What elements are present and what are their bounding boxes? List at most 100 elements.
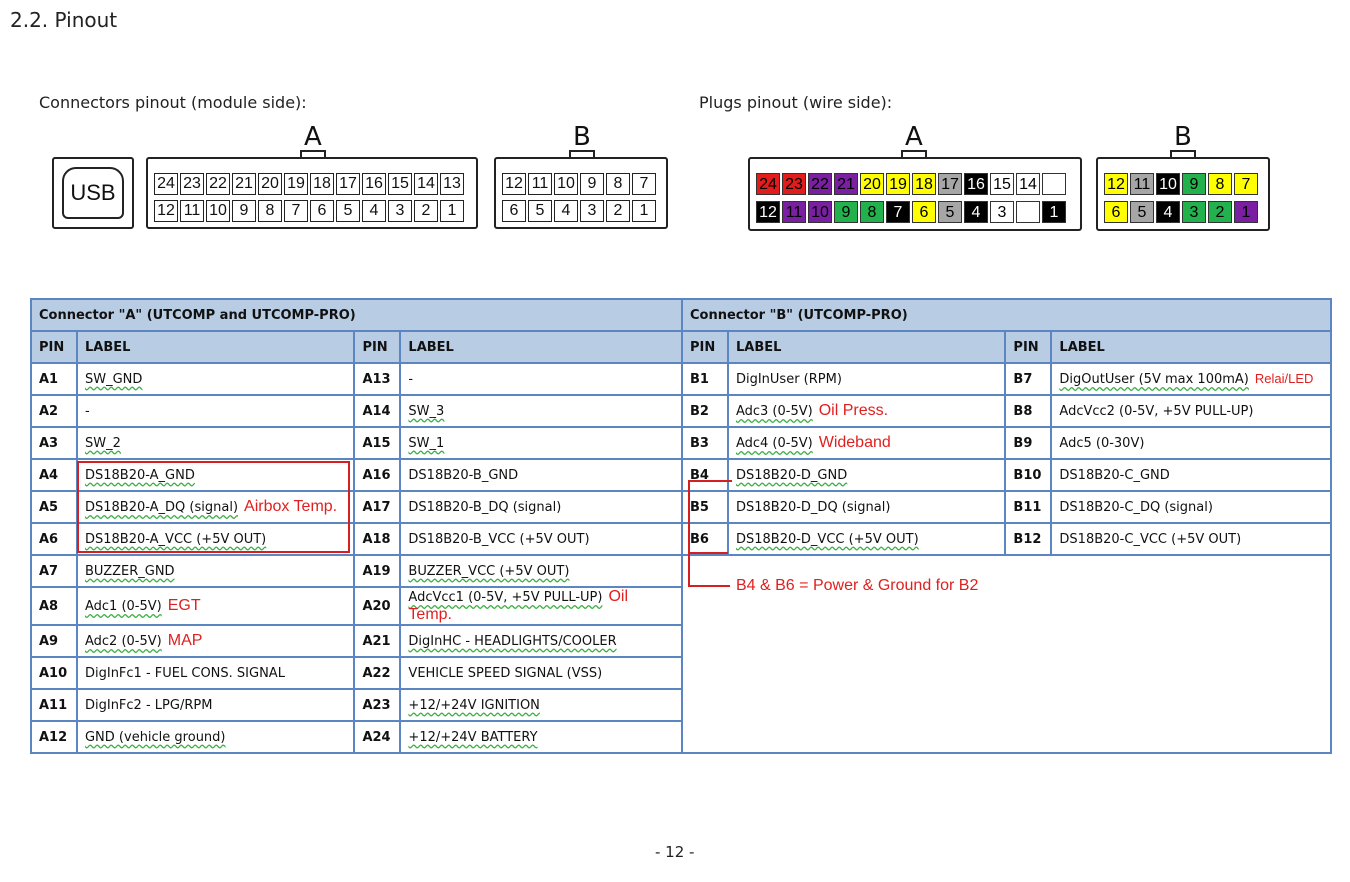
caption-wire-side: Plugs pinout (wire side):	[699, 93, 893, 112]
wire-pin-cell: 1	[1042, 201, 1066, 223]
wire-pin-cell: 3	[990, 201, 1014, 223]
wire-pin-cell: 6	[1104, 201, 1128, 223]
pin-label-cell: Adc1 (0-5V) EGT	[75, 586, 356, 626]
table-group-header-row: Connector "A" (UTCOMP and UTCOMP-PRO) Co…	[30, 298, 1332, 332]
pin-id: A14	[353, 394, 402, 428]
col-label-header: LABEL	[726, 330, 1007, 364]
plug-a-connector: 24 23 22 21 20 19 18 17 16 15 14 12 11 10 9 8 7 6 5 4 3 1	[748, 157, 1082, 231]
pin-id: A4	[30, 458, 78, 492]
pin-label: VEHICLE SPEED SIGNAL (VSS)	[408, 665, 603, 681]
pin-cell: 5	[528, 200, 552, 222]
wire-pin-cell: 7	[1234, 173, 1258, 195]
pin-cell: 5	[336, 200, 360, 222]
wire-pin-cell: 2	[1208, 201, 1232, 223]
pin-label: DigInFc2 - LPG/RPM	[84, 697, 213, 713]
pin-label-cell: BUZZER_GND	[75, 554, 356, 588]
airbox-temp-highlight	[77, 461, 350, 553]
header-connector-b: Connector "B" (UTCOMP-PRO)	[681, 298, 1332, 332]
wire-pin-cell: 18	[912, 173, 936, 195]
table-column-header-row: PIN LABEL PIN LABEL PIN LABEL PIN LABEL	[30, 330, 1332, 364]
pin-label-cell: AdcVcc2 (0-5V, +5V PULL-UP)	[1050, 394, 1332, 428]
pin-id: A16	[353, 458, 402, 492]
pin-label: DS18B20-D_DQ (signal)	[735, 499, 891, 515]
pin-label: DigInHC - HEADLIGHTS/COOLER	[408, 633, 617, 649]
wire-pin-cell: 10	[808, 201, 832, 223]
pin-label: GND (vehicle ground)	[84, 729, 226, 745]
module-b-top-row: 12 11 10 9 8 7	[502, 173, 656, 195]
pin-cell: 17	[336, 173, 360, 195]
b-power-ground-note: B4 & B6 = Power & Ground for B2	[736, 577, 979, 594]
pin-id: A5	[30, 490, 78, 524]
pin-label: SW_1	[408, 435, 445, 451]
pin-label: DS18B20-C_DQ (signal)	[1059, 499, 1213, 515]
wire-pin-cell: 10	[1156, 173, 1180, 195]
col-pin-header: PIN	[681, 330, 729, 364]
pin-cell: 13	[440, 173, 464, 195]
pin-cell: 10	[554, 173, 578, 195]
pin-id: A10	[30, 656, 78, 690]
pin-id: A15	[353, 426, 402, 460]
wire-pin-cell: 8	[860, 201, 884, 223]
pin-cell: 7	[632, 173, 656, 195]
pin-id: A3	[30, 426, 78, 460]
col-label-header: LABEL	[399, 330, 683, 364]
pin-cell: 7	[284, 200, 308, 222]
wire-pin-cell: 1	[1234, 201, 1258, 223]
usb-label: USB	[62, 167, 124, 219]
pin-label-cell: DigInHC - HEADLIGHTS/COOLER	[399, 624, 683, 658]
pin-label-cell: BUZZER_VCC (+5V OUT)	[399, 554, 683, 588]
annotation-note: Wideband	[818, 434, 891, 451]
pin-cell: 16	[362, 173, 386, 195]
table-body: A1 SW_GND A13- B1 DigInUser (RPM) B7 DigOutUse…	[30, 362, 1332, 754]
pin-id: A12	[30, 720, 78, 754]
pin-cell: 2	[606, 200, 630, 222]
wire-pin-cell: 23	[782, 173, 806, 195]
pin-label-cell: -	[399, 362, 683, 396]
pin-label: DS18B20-D_GND	[735, 467, 848, 483]
pin-id: B10	[1004, 458, 1053, 492]
pin-label: Adc4 (0-5V)	[735, 436, 813, 451]
bracket-top	[688, 480, 732, 482]
pin-id: B7	[1004, 362, 1053, 396]
pin-label-cell: SW_GND	[75, 362, 356, 396]
module-a-letter: A	[304, 122, 322, 152]
plug-b-connector: 12 11 10 9 8 7 654321	[1096, 157, 1270, 231]
pin-cell: 4	[362, 200, 386, 222]
pin-label: BUZZER_GND	[84, 563, 175, 579]
table-row: A1 SW_GND A13- B1 DigInUser (RPM) B7 DigOutUse…	[30, 362, 1332, 396]
pin-cell: 1	[632, 200, 656, 222]
pin-cell: 15	[388, 173, 412, 195]
pin-label-cell: DS18B20-C_VCC (+5V OUT)	[1050, 522, 1332, 556]
module-a-bottom-row: 12 11 10 9 8 7 6 5 4 3 2 1	[154, 200, 464, 222]
wire-pin-cell: 21	[834, 173, 858, 195]
pin-label-cell: -	[75, 394, 356, 428]
pin-label-cell: SW_1	[399, 426, 683, 460]
pin-label-cell: DS18B20-B_GND	[399, 458, 683, 492]
plug-a-bottom-row: 12 11 10 9 8 7 6 5 4 3 1	[756, 201, 1066, 223]
module-b-letter: B	[573, 122, 591, 152]
pin-label: DigOutUser (5V max 100mA)	[1059, 372, 1249, 387]
plug-b-letter: B	[1174, 122, 1192, 152]
wire-pin-cell: 8	[1208, 173, 1232, 195]
pin-label-cell: Adc2 (0-5V) MAP	[75, 624, 356, 658]
wire-pin-cell: 15	[990, 173, 1014, 195]
usb-connector: USB	[52, 157, 134, 229]
pin-label: SW_2	[84, 435, 121, 451]
bracket-vertical	[688, 480, 690, 586]
pin-id: A17	[353, 490, 402, 524]
wire-pin-cell	[1016, 201, 1040, 223]
wire-pin-cell: 6	[912, 201, 936, 223]
pin-cell: 8	[258, 200, 282, 222]
pin-label: Adc2 (0-5V)	[84, 634, 162, 649]
pin-cell: 3	[388, 200, 412, 222]
pin-label: DS18B20-C_GND	[1059, 467, 1170, 483]
header-connector-a: Connector "A" (UTCOMP and UTCOMP-PRO)	[30, 298, 683, 332]
pin-id: A24	[353, 720, 402, 754]
col-pin-header: PIN	[30, 330, 78, 364]
pin-label-cell: DS18B20-D_GND	[726, 458, 1007, 492]
col-label-header: LABEL	[75, 330, 356, 364]
wire-pin-cell: 16	[964, 173, 988, 195]
pin-label-cell: VEHICLE SPEED SIGNAL (VSS)	[399, 656, 683, 690]
pin-label: Adc3 (0-5V)	[735, 404, 813, 419]
annotation-note: Oil Press.	[818, 402, 889, 419]
